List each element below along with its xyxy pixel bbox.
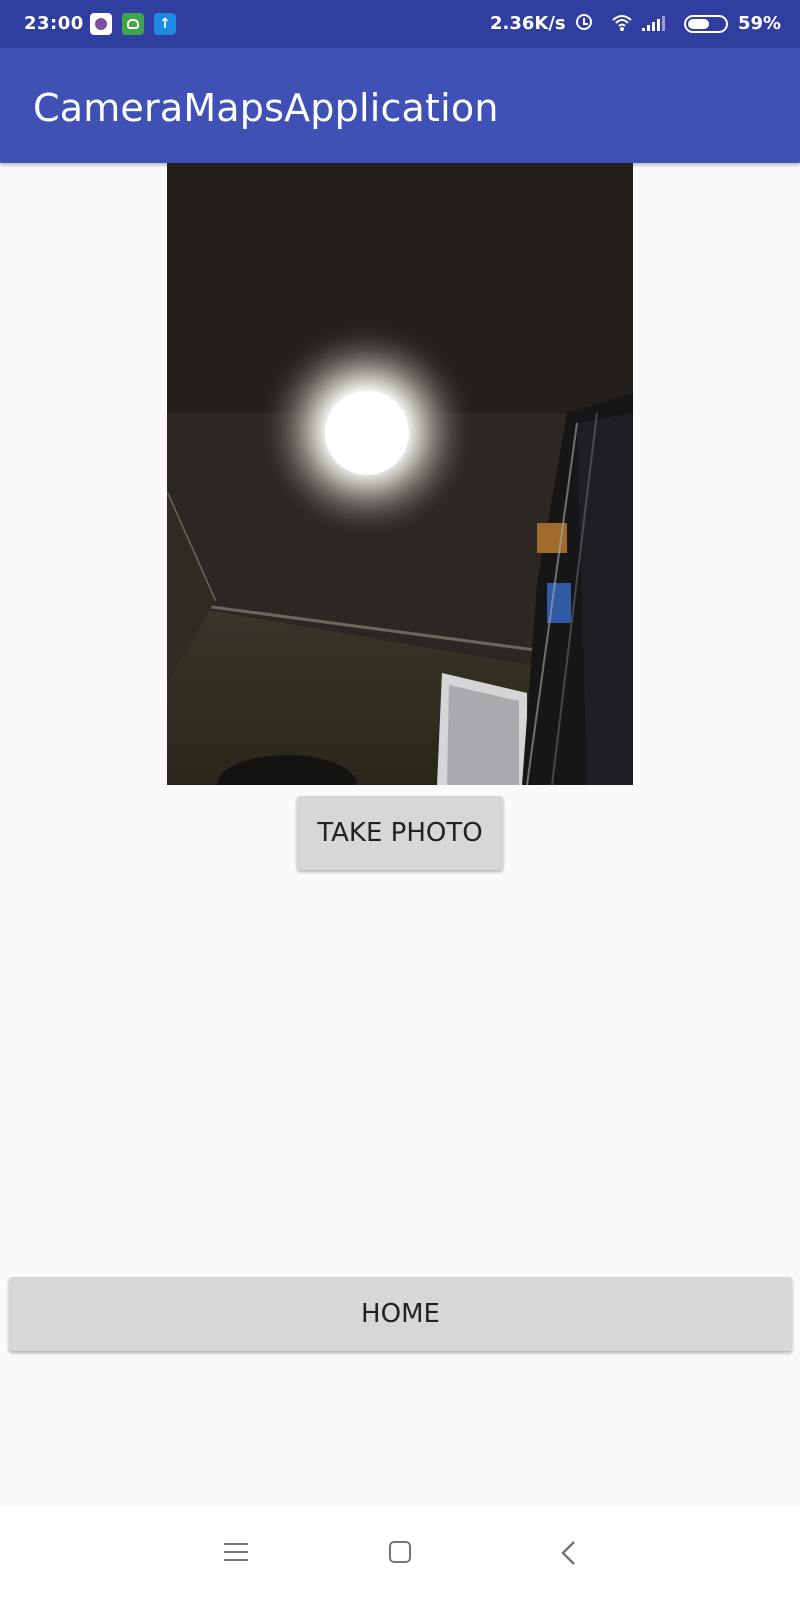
- menu-icon[interactable]: [224, 1543, 248, 1563]
- app-title: CameraMapsApplication: [33, 86, 499, 130]
- android-icon: [122, 13, 144, 35]
- battery-icon: [684, 15, 728, 33]
- upload-icon: [154, 13, 176, 35]
- home-button[interactable]: HOME: [9, 1277, 792, 1351]
- alarm-icon: [576, 14, 592, 30]
- viber-icon: [90, 13, 112, 35]
- app-bar: CameraMapsApplication: [0, 48, 800, 163]
- battery-fill: [688, 19, 709, 29]
- network-speed: 2.36K/s: [490, 13, 566, 34]
- captured-photo: [167, 163, 633, 785]
- wifi-icon: [612, 15, 632, 31]
- home-icon[interactable]: [389, 1541, 411, 1563]
- take-photo-button[interactable]: TAKE PHOTO: [297, 796, 503, 870]
- status-time: 23:00: [24, 13, 84, 34]
- back-icon[interactable]: [558, 1540, 580, 1566]
- signal-icon: [642, 16, 665, 31]
- navigation-bar: [0, 1506, 800, 1600]
- battery-percent: 59%: [738, 13, 782, 34]
- status-bar: 23:00 2.36K/s 59%: [0, 0, 800, 48]
